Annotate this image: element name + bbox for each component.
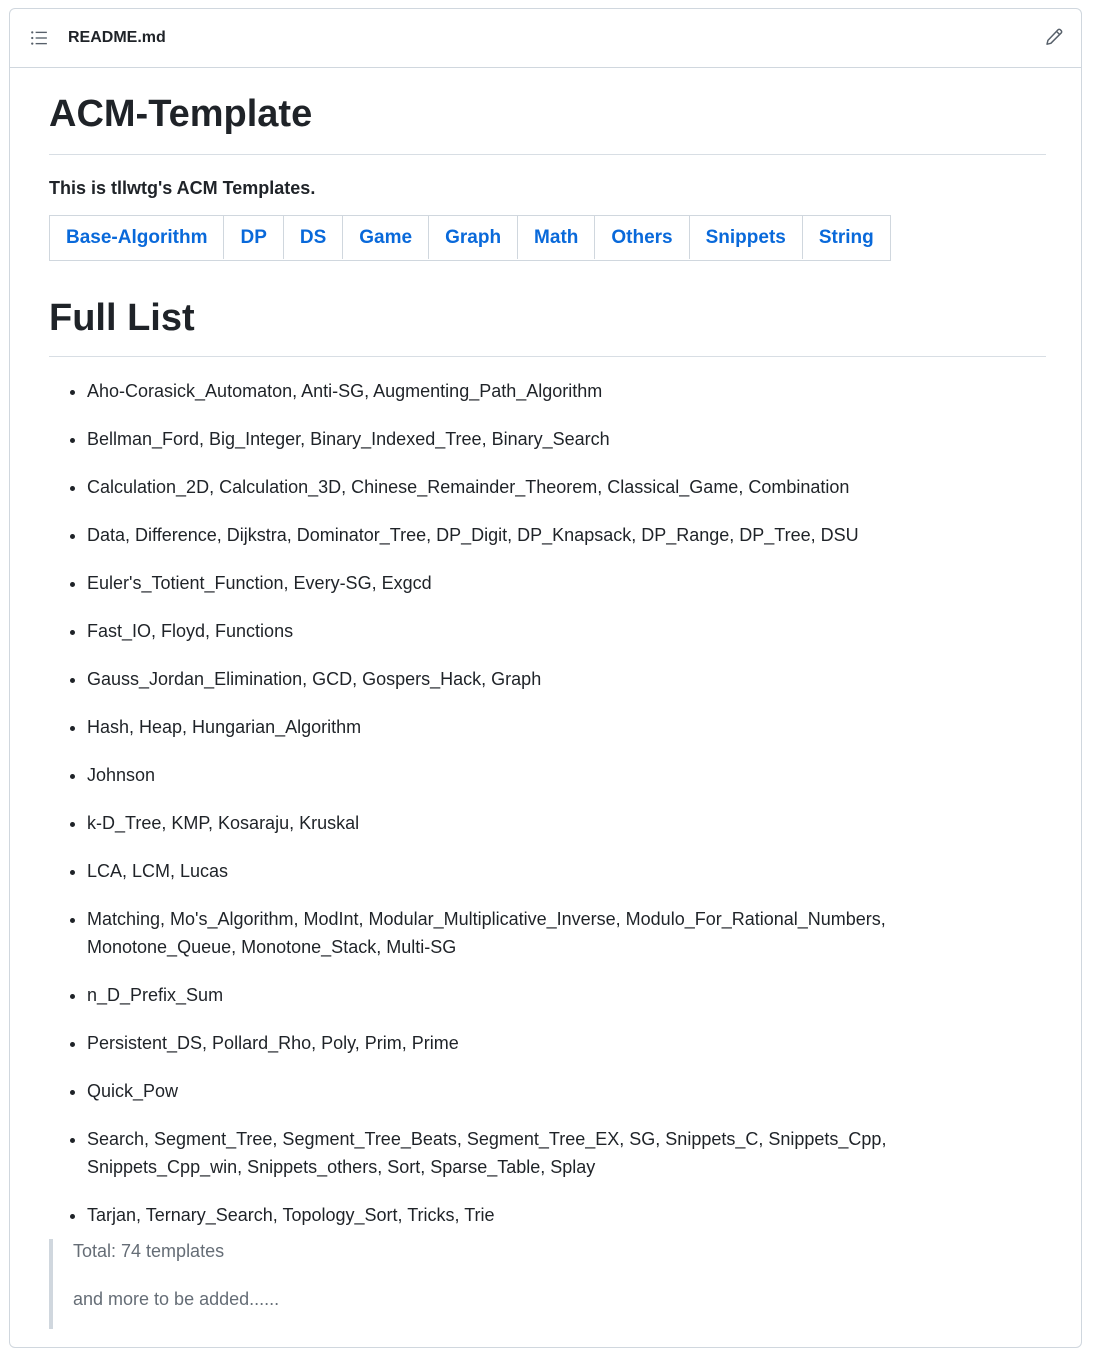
list-item: Johnson [70,761,967,789]
list-item: Aho-Corasick_Automaton, Anti-SG, Augment… [70,377,967,405]
title-divider [49,154,1046,155]
full-list-heading: Full List [49,297,195,339]
readme-header: README.md [10,9,1081,68]
more-text: and more to be added...... [73,1289,280,1309]
list-item: Data, Difference, Dijkstra, Dominator_Tr… [70,521,967,549]
list-item: Quick_Pow [70,1077,967,1105]
full-list-divider [49,356,1046,357]
list-item: Tarjan, Ternary_Search, Topology_Sort, T… [70,1201,967,1229]
nav-link-base-algorithm[interactable]: Base-Algorithm [50,216,225,259]
total-count-text: Total: 74 templates [73,1241,225,1261]
list-unordered-icon[interactable] [30,29,48,47]
list-item: Euler's_Totient_Function, Every-SG, Exgc… [70,569,967,597]
list-item: Matching, Mo's_Algorithm, ModInt, Modula… [70,905,967,961]
pencil-icon[interactable] [1045,28,1063,46]
list-item: Bellman_Ford, Big_Integer, Binary_Indexe… [70,425,967,453]
nav-link-game[interactable]: Game [343,216,430,259]
intro-text: This is tllwtg's ACM Templates. [49,178,316,198]
list-item: Calculation_2D, Calculation_3D, Chinese_… [70,473,967,501]
page-title: ACM-Template [49,93,313,135]
category-nav-table: Base-Algorithm DP DS Game Graph Math Oth… [49,215,891,261]
list-item: Gauss_Jordan_Elimination, GCD, Gospers_H… [70,665,967,693]
file-name: README.md [68,29,166,46]
nav-link-ds[interactable]: DS [284,216,344,259]
list-item: Search, Segment_Tree, Segment_Tree_Beats… [70,1125,967,1181]
summary-blockquote: Total: 74 templates and more to be added… [49,1239,279,1329]
readme-box: README.md ACM-Template This is tllwtg's … [9,8,1082,1348]
list-item: Persistent_DS, Pollard_Rho, Poly, Prim, … [70,1029,967,1057]
nav-link-graph[interactable]: Graph [429,216,519,259]
nav-link-math[interactable]: Math [518,216,596,259]
list-item: k-D_Tree, KMP, Kosaraju, Kruskal [70,809,967,837]
nav-link-snippets[interactable]: Snippets [690,216,803,259]
template-list: Aho-Corasick_Automaton, Anti-SG, Augment… [49,377,967,1249]
list-item: Hash, Heap, Hungarian_Algorithm [70,713,967,741]
list-item: Fast_IO, Floyd, Functions [70,617,967,645]
list-item: n_D_Prefix_Sum [70,981,967,1009]
list-item: LCA, LCM, Lucas [70,857,967,885]
nav-link-dp[interactable]: DP [224,216,284,259]
nav-link-string[interactable]: String [803,216,890,259]
nav-link-others[interactable]: Others [595,216,690,259]
